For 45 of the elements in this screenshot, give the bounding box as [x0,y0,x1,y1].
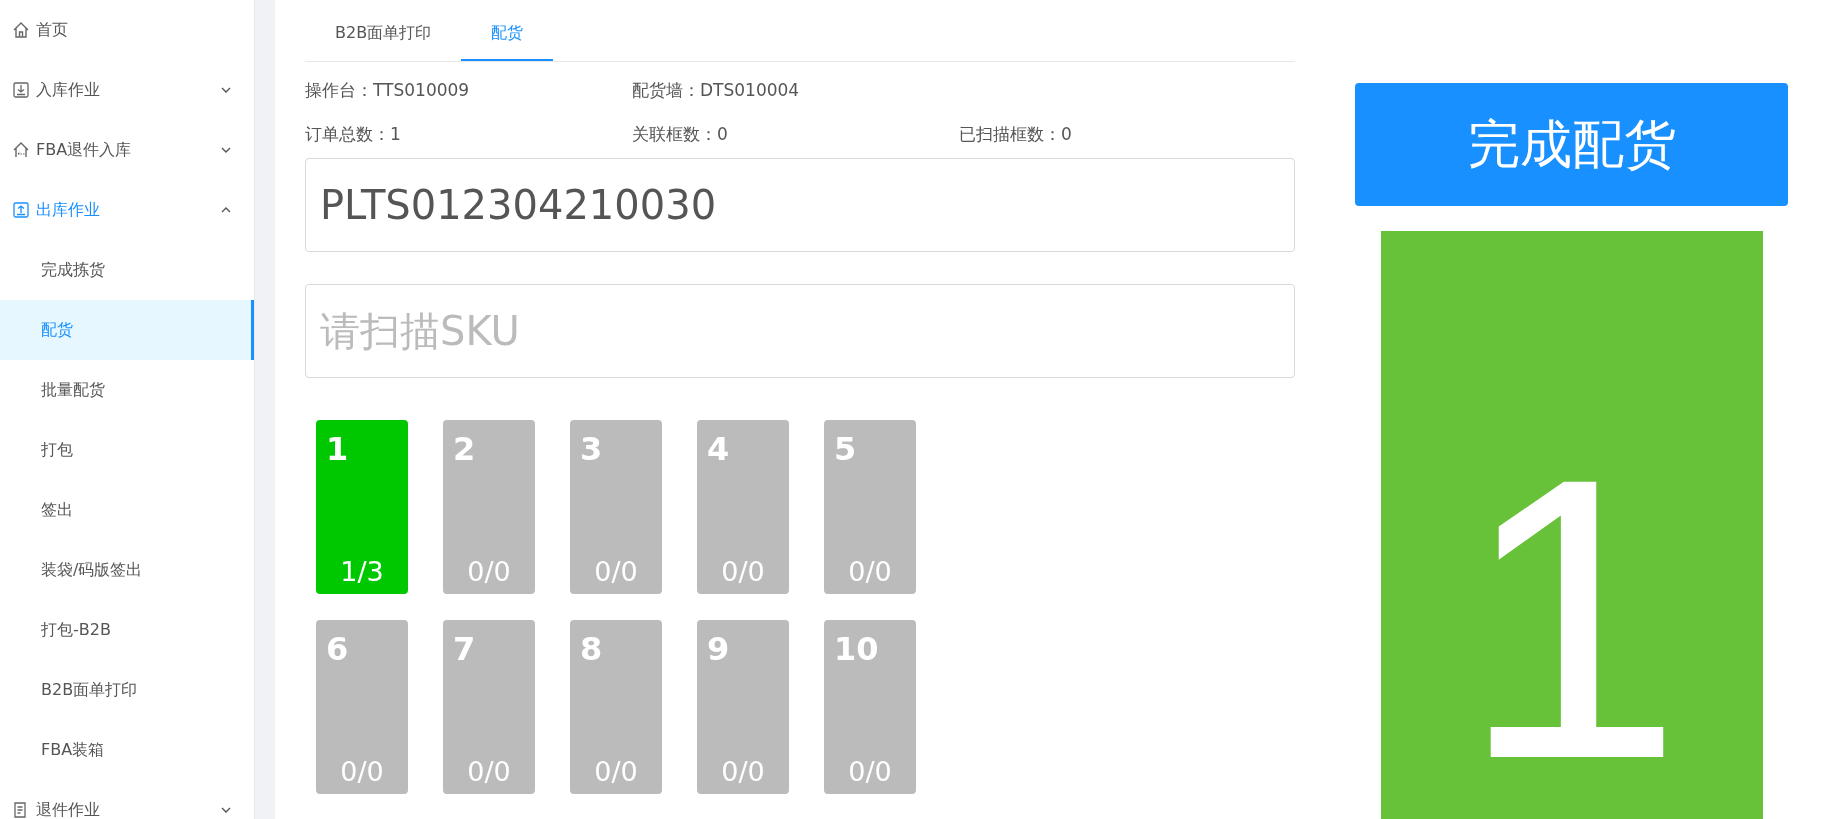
sidebar-subitem[interactable]: 完成拣货 [0,240,254,300]
slot-number: 1 [326,430,349,469]
slot-count: 0/0 [466,754,512,789]
slot-number: 9 [707,630,730,669]
slot-number: 7 [453,630,476,669]
slot-number: 6 [326,630,349,669]
sidebar-item[interactable]: 退件作业 [0,780,254,819]
sidebar-subitem[interactable]: 签出 [0,480,254,540]
sidebar-subitem[interactable]: FBA装箱 [0,720,254,780]
current-slot-number: 1 [1380,230,1763,819]
sku-scan-field[interactable]: 请扫描SKU [305,284,1295,378]
container-code-field[interactable]: PLTS012304210030 [305,158,1295,252]
info-text: 操作台：TTS010009 [305,79,471,103]
slot-number: 10 [834,630,879,669]
sidebar-subitem[interactable]: 打包 [0,420,254,480]
sidebar-subitem[interactable]: 打包-B2B [0,600,254,660]
slot-number: 3 [580,430,603,469]
info-text: 关联框数：0 [632,123,729,147]
slot-count: 0/0 [720,754,766,789]
house-dots-icon [12,141,30,159]
upload-tray-icon [12,201,30,219]
slot-count: 0/0 [720,554,766,589]
download-tray-icon [12,81,30,99]
slot-count: 0/0 [466,554,512,589]
sidebar-subitem[interactable]: B2B面单打印 [0,660,254,720]
slot-count: 1/3 [339,554,385,589]
sidebar-item[interactable]: FBA退件入库 [0,120,254,180]
slot-count: 0/0 [847,554,893,589]
sidebar-subitem[interactable]: 装袋/码版签出 [0,540,254,600]
info-text: 配货墙：DTS010004 [632,79,801,103]
home-icon [12,21,30,39]
info-text: 已扫描框数：0 [959,123,1073,147]
sidebar-subitem[interactable]: 批量配货 [0,360,254,420]
slot-count: 0/0 [593,754,639,789]
slot-number: 5 [834,430,857,469]
slot-count: 0/0 [339,754,385,789]
slot-count: 0/0 [593,554,639,589]
info-text: 订单总数：1 [305,123,402,147]
sidebar-item[interactable]: 入库作业 [0,60,254,120]
sidebar-item[interactable]: 首页 [0,0,254,60]
slot-number: 4 [707,430,730,469]
slot-number: 8 [580,630,603,669]
slot-count: 0/0 [847,754,893,789]
slot-number: 2 [453,430,476,469]
tab[interactable]: B2B面单打印 [305,21,462,61]
